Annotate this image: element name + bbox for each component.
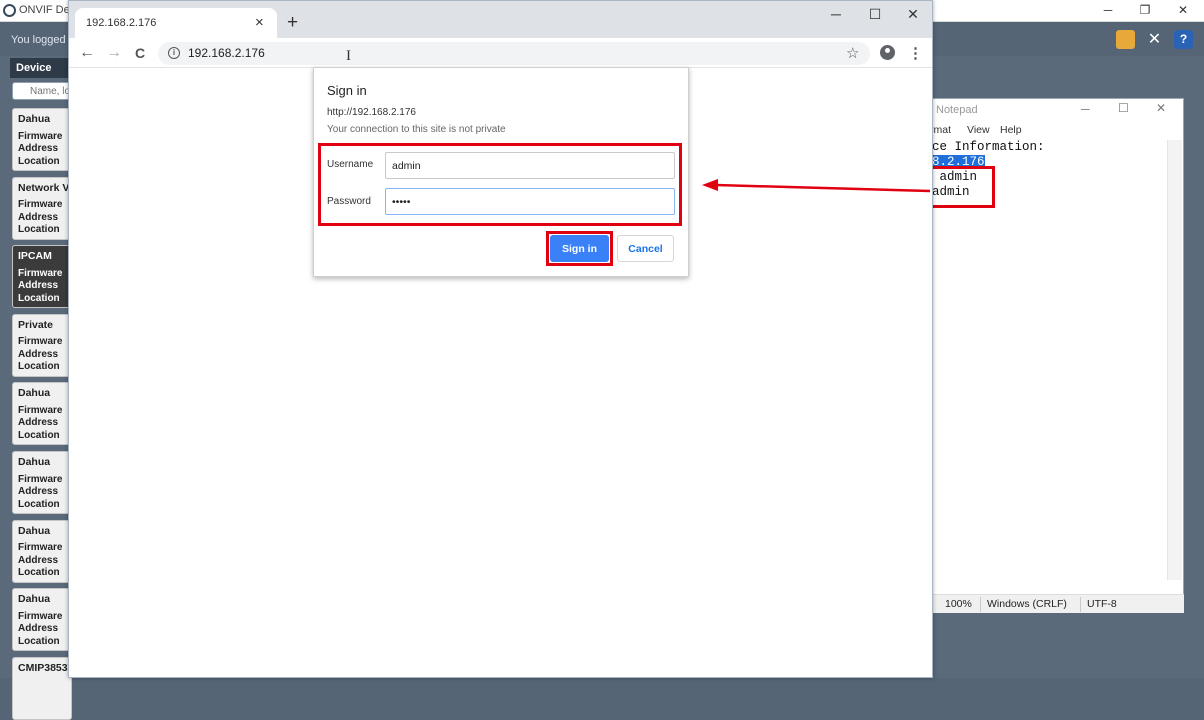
annotation-arrow	[702, 179, 931, 193]
